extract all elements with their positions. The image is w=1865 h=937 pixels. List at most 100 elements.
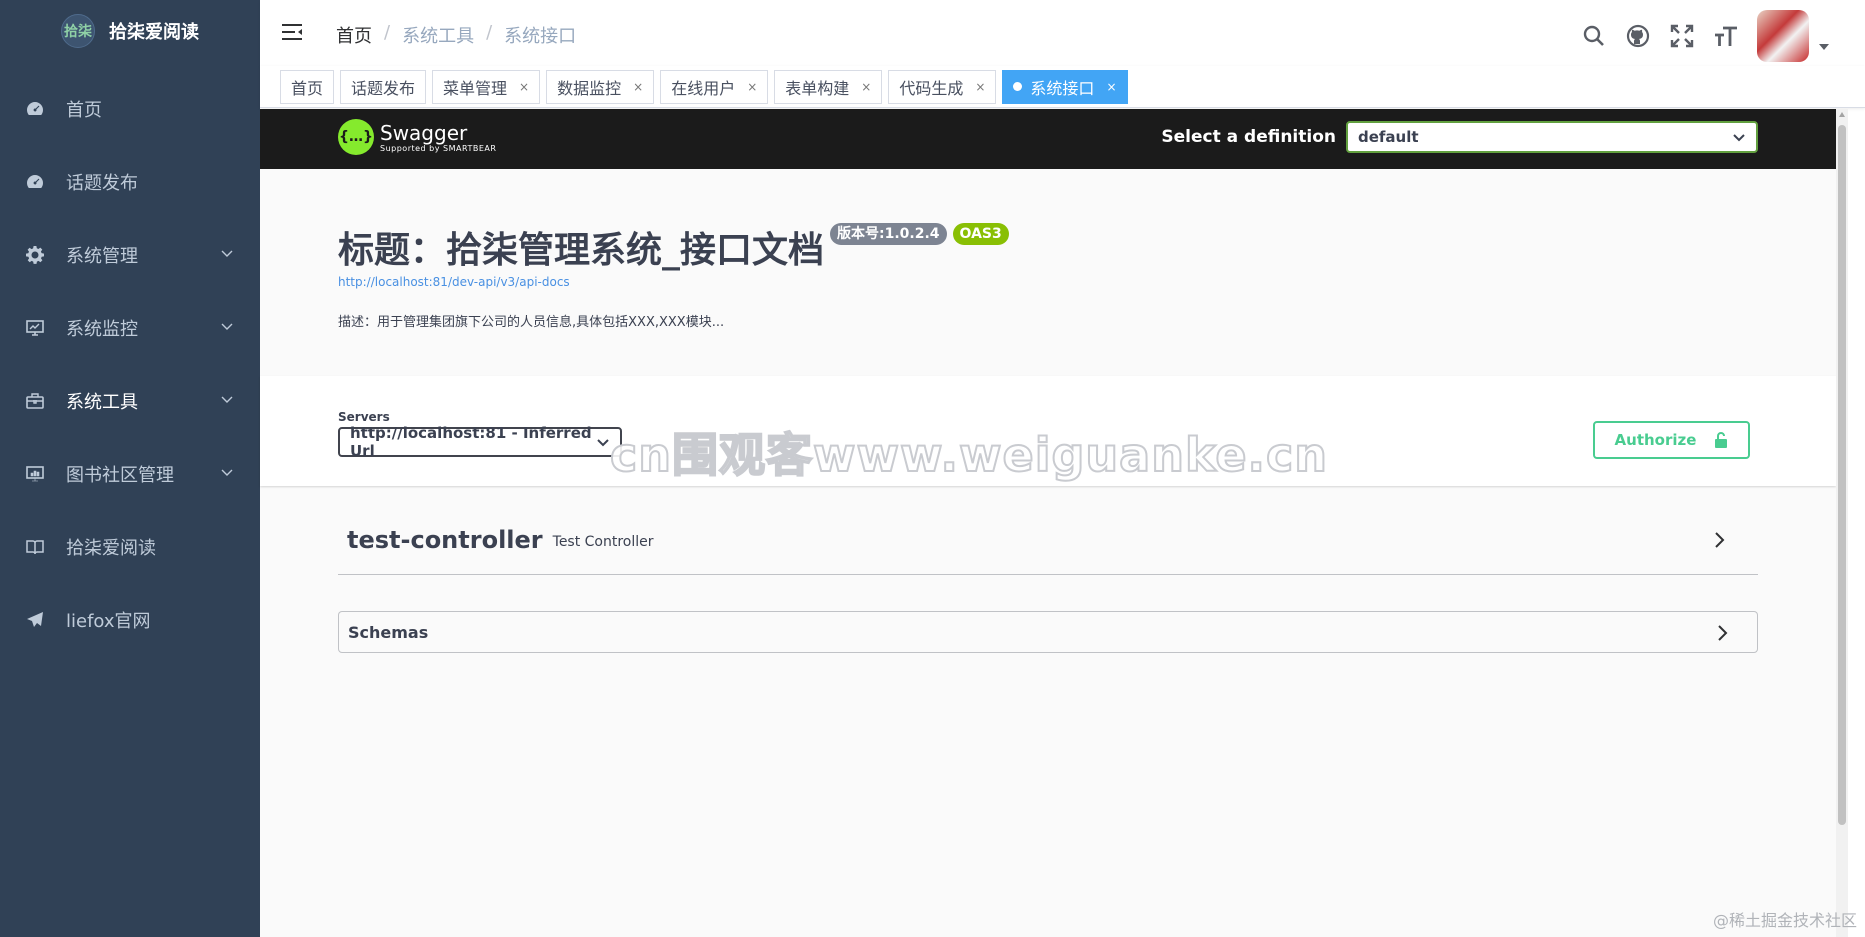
definition-select[interactable]: default <box>1346 121 1758 153</box>
breadcrumb: 首页 / 系统工具 / 系统接口 <box>336 22 576 48</box>
sidebar-item-system-management[interactable]: 系统管理 <box>0 218 260 291</box>
breadcrumb-separator: / <box>384 22 391 43</box>
chevron-down-icon <box>221 323 233 330</box>
monitor-icon <box>24 317 46 339</box>
servers-value: http://localhost:81 - Inferred Url <box>350 424 592 460</box>
operation-tag-section[interactable]: test-controller Test Controller <box>338 505 1758 575</box>
sidebar-item-topic[interactable]: 话题发布 <box>0 145 260 218</box>
tags-view: 首页 话题发布 菜单管理 × 数据监控 × 在线用户 × 表单构建 × 代码生成 × 系统… <box>260 66 1865 108</box>
close-icon[interactable]: × <box>747 80 757 94</box>
api-info: 标题：拾柒管理系统_接口文档 版本号:1.0.2.4 OAS3 http://l… <box>338 221 1758 330</box>
tag-label: 在线用户 <box>671 78 736 98</box>
authorize-label: Authorize <box>1614 431 1697 449</box>
close-icon[interactable]: × <box>519 80 529 94</box>
page-title: 标题：拾柒管理系统_接口文档 <box>338 230 825 271</box>
swagger-logo-text: Swagger Supported by SMARTBEAR <box>380 122 496 153</box>
sidebar-item-home[interactable]: 首页 <box>0 72 260 145</box>
sidebar-item-system-tools[interactable]: 系统工具 <box>0 364 260 437</box>
tag-topic[interactable]: 话题发布 <box>340 69 427 104</box>
api-docs-link[interactable]: http://localhost:81/dev-api/v3/api-docs <box>338 275 1758 289</box>
chevron-down-icon <box>597 439 609 447</box>
chevron-down-icon <box>1733 134 1745 142</box>
gear-icon <box>24 244 46 266</box>
book-community-icon <box>24 463 46 485</box>
breadcrumb-home[interactable]: 首页 <box>336 22 372 48</box>
active-dot-icon <box>1013 82 1023 91</box>
sidebar-item-label: 拾柒爱阅读 <box>66 537 156 559</box>
schemas-label: Schemas <box>348 622 429 642</box>
controller-name: test-controller <box>347 525 543 554</box>
sidebar-item-reading[interactable]: 拾柒爱阅读 <box>0 510 260 583</box>
close-icon[interactable]: × <box>975 80 985 94</box>
breadcrumb-system-tools: 系统工具 <box>402 26 475 47</box>
hamburger-icon[interactable] <box>280 20 304 44</box>
close-icon[interactable]: × <box>633 80 643 94</box>
github-icon[interactable] <box>1625 23 1651 49</box>
book-icon <box>24 536 46 558</box>
tag-label: 代码生成 <box>899 78 964 98</box>
sidebar-item-label: 系统工具 <box>66 391 138 413</box>
dashboard-icon <box>24 98 46 120</box>
top-navbar: 首页 / 系统工具 / 系统接口 <box>260 0 1865 66</box>
chevron-down-icon <box>221 469 233 476</box>
scroll-up-icon[interactable] <box>1839 112 1845 117</box>
sidebar-menu: 首页 话题发布 系统管理 系统监控 系统工具 图书社区管理 拾柒爱阅读 lief… <box>0 72 260 656</box>
breadcrumb-separator: / <box>486 22 493 43</box>
swagger-topbar: {…} Swagger Supported by SMARTBEAR Selec… <box>260 109 1836 169</box>
tag-label: 话题发布 <box>351 78 416 98</box>
font-size-icon[interactable] <box>1713 23 1739 49</box>
servers-label: Servers <box>338 410 390 424</box>
swagger-logo-icon: {…} <box>338 119 374 155</box>
oas-badge: OAS3 <box>952 223 1009 245</box>
chevron-right-icon <box>1715 532 1725 548</box>
swagger-logo[interactable]: {…} Swagger Supported by SMARTBEAR <box>338 119 496 155</box>
tag-home[interactable]: 首页 <box>280 69 335 104</box>
tag-label: 数据监控 <box>557 78 622 98</box>
definition-selector: Select a definition default <box>1161 121 1758 153</box>
definition-value: default <box>1358 128 1419 146</box>
version-badge: 版本号:1.0.2.4 <box>830 223 947 245</box>
sidebar-item-liefox[interactable]: liefox官网 <box>0 583 260 656</box>
sidebar-item-label: liefox官网 <box>66 610 151 632</box>
sidebar: 拾柒 拾柒爱阅读 首页 话题发布 系统管理 系统监控 系统工具 图书社区管理 拾… <box>0 0 260 937</box>
sidebar-item-label: 话题发布 <box>66 172 138 194</box>
sidebar-item-book-community[interactable]: 图书社区管理 <box>0 437 260 510</box>
tag-label: 系统接口 <box>1030 78 1095 98</box>
tag-online-users[interactable]: 在线用户 × <box>660 69 769 104</box>
toolbox-icon <box>24 390 46 412</box>
app-title: 拾柒爱阅读 <box>109 22 199 43</box>
tag-label: 首页 <box>291 78 324 98</box>
swagger-logo-sub: Supported by SMARTBEAR <box>380 143 497 153</box>
search-icon[interactable] <box>1581 23 1607 49</box>
caret-down-icon[interactable] <box>1819 44 1829 50</box>
app-logo[interactable]: 拾柒 拾柒爱阅读 <box>0 0 260 62</box>
close-icon[interactable]: × <box>861 80 871 94</box>
controller-description: Test Controller <box>552 533 654 550</box>
authorize-button[interactable]: Authorize <box>1593 421 1750 459</box>
sidebar-item-label: 系统监控 <box>66 318 138 340</box>
sidebar-item-label: 图书社区管理 <box>66 464 174 486</box>
sidebar-item-label: 首页 <box>66 99 102 121</box>
chevron-right-icon <box>1718 625 1728 641</box>
schemas-section[interactable]: Schemas <box>338 611 1758 653</box>
api-description: 描述：用于管理集团旗下公司的人员信息,具体包括XXX,XXX模块... <box>338 315 725 330</box>
scheme-container: Servers http://localhost:81 - Inferred U… <box>260 376 1836 486</box>
tag-code-generator[interactable]: 代码生成 × <box>888 69 997 104</box>
fullscreen-icon[interactable] <box>1669 23 1695 49</box>
chevron-down-icon <box>221 396 233 403</box>
tag-menu-management[interactable]: 菜单管理 × <box>432 69 541 104</box>
scrollbar-thumb[interactable] <box>1838 125 1846 825</box>
servers-select[interactable]: http://localhost:81 - Inferred Url <box>338 424 622 460</box>
dashboard-icon <box>24 171 46 193</box>
avatar[interactable] <box>1757 10 1809 62</box>
tag-form-builder[interactable]: 表单构建 × <box>774 69 883 104</box>
tag-data-monitor[interactable]: 数据监控 × <box>546 69 655 104</box>
chevron-down-icon <box>221 250 233 257</box>
credit-watermark: @稀土掘金技术社区 <box>1712 911 1857 930</box>
breadcrumb-current: 系统接口 <box>504 26 577 47</box>
navbar-tools <box>1581 10 1829 62</box>
logo-icon: 拾柒 <box>61 14 95 48</box>
sidebar-item-system-monitor[interactable]: 系统监控 <box>0 291 260 364</box>
tag-system-api[interactable]: 系统接口 × <box>1002 69 1128 104</box>
close-icon[interactable]: × <box>1106 80 1116 94</box>
